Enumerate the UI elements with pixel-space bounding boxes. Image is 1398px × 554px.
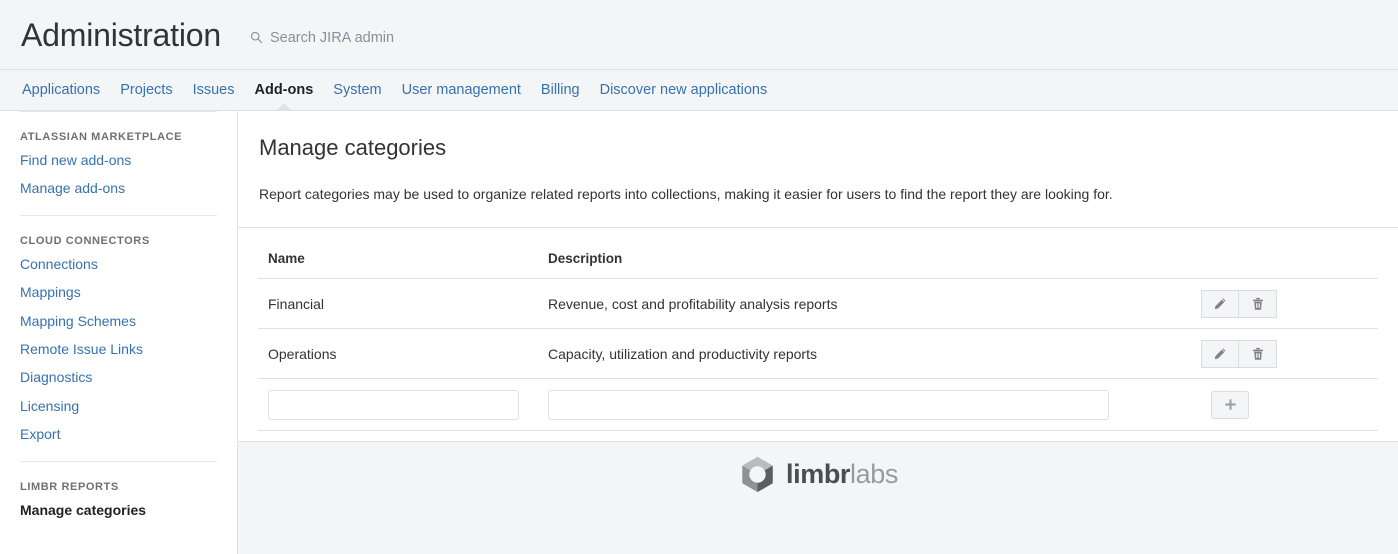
column-header-description: Description (538, 245, 1138, 280)
search-icon (250, 31, 263, 44)
sidebar-item-manage-categories[interactable]: Manage categories (20, 496, 217, 524)
nav-tab-applications[interactable]: Applications (12, 70, 110, 110)
cell-category-description: Capacity, utilization and productivity r… (538, 328, 1138, 380)
table-row: Financial Revenue, cost and profitabilit… (258, 278, 1378, 330)
nav-tab-user-management[interactable]: User management (392, 70, 531, 110)
new-category-description-input[interactable] (548, 389, 1109, 420)
row-action-group (1201, 289, 1277, 318)
manage-categories-panel: Manage categories Report categories may … (238, 111, 1398, 442)
limbrlabs-logo: limbrlabs (738, 455, 898, 494)
sidebar-item-connections[interactable]: Connections (20, 250, 217, 278)
logo-wordmark: limbrlabs (786, 461, 898, 488)
table-row: Operations Capacity, utilization and pro… (258, 328, 1378, 380)
cell-new-name (258, 378, 538, 432)
content-description: Report categories may be used to organiz… (259, 186, 1113, 202)
trash-icon (1252, 297, 1263, 310)
edit-category-button[interactable] (1201, 289, 1239, 318)
sidebar-group-atlassian-marketplace: ATLASSIAN MARKETPLACE Find new add-ons M… (20, 123, 217, 203)
sidebar-item-export[interactable]: Export (20, 420, 217, 448)
delete-category-button[interactable] (1239, 289, 1277, 318)
categories-table: Name Description Financial Revenue, cost… (258, 245, 1378, 432)
sidebar-item-find-new-add-ons[interactable]: Find new add-ons (20, 146, 217, 174)
nav-tab-system[interactable]: System (323, 70, 391, 110)
content-title: Manage categories (259, 135, 447, 160)
active-tab-caret-icon (275, 103, 292, 111)
sidebar-heading-limbr-reports: LIMBR REPORTS (20, 480, 119, 493)
cell-row-actions (1138, 278, 1378, 330)
sidebar-group-limbr-reports: LIMBR REPORTS Manage categories (20, 473, 217, 524)
add-category-button[interactable] (1211, 390, 1249, 419)
nav-tab-issues[interactable]: Issues (183, 70, 245, 110)
hex-nut-icon (742, 456, 773, 493)
footer: limbrlabs (238, 442, 1398, 554)
cell-category-name: Operations (258, 328, 538, 380)
sidebar-group-cloud-connectors: CLOUD CONNECTORS Connections Mappings Ma… (20, 227, 217, 449)
sidebar-divider (20, 111, 217, 112)
sidebar-item-manage-add-ons[interactable]: Manage add-ons (20, 174, 217, 202)
nav-tab-projects[interactable]: Projects (110, 70, 182, 110)
logo-text-light: labs (850, 459, 898, 489)
admin-header: Administration Search JIRA admin (0, 0, 1398, 70)
nav-tab-discover-new-applications[interactable]: Discover new applications (590, 70, 778, 110)
plus-icon (1224, 399, 1236, 410)
sidebar-heading-cloud-connectors: CLOUD CONNECTORS (20, 234, 150, 247)
sidebar-divider (20, 460, 217, 462)
search-placeholder: Search JIRA admin (269, 29, 395, 46)
sidebar-item-diagnostics[interactable]: Diagnostics (20, 363, 217, 391)
content-column: Manage categories Report categories may … (238, 111, 1398, 554)
delete-category-button[interactable] (1239, 339, 1277, 368)
cell-add-action (1138, 378, 1378, 432)
edit-category-button[interactable] (1201, 339, 1239, 368)
trash-icon (1252, 347, 1263, 360)
cell-category-description: Revenue, cost and profitability analysis… (538, 278, 1138, 330)
nav-tab-billing[interactable]: Billing (531, 70, 590, 110)
pencil-icon (1214, 298, 1226, 309)
sidebar: ATLASSIAN MARKETPLACE Find new add-ons M… (0, 111, 238, 554)
content-divider (238, 227, 1398, 229)
sidebar-item-licensing[interactable]: Licensing (20, 392, 217, 420)
cell-new-description (538, 378, 1138, 432)
page-body: ATLASSIAN MARKETPLACE Find new add-ons M… (0, 111, 1398, 554)
sidebar-item-mapping-schemes[interactable]: Mapping Schemes (20, 307, 217, 335)
pencil-icon (1214, 348, 1226, 359)
table-add-row (258, 378, 1378, 432)
cell-row-actions (1138, 328, 1378, 380)
nav-tab-add-ons-label: Add-ons (254, 82, 314, 98)
admin-nav-tabs: Applications Projects Issues Add-ons Sys… (0, 70, 1398, 111)
sidebar-item-mappings[interactable]: Mappings (20, 278, 217, 306)
table-header-row: Name Description (258, 245, 1378, 280)
search-input[interactable]: Search JIRA admin (250, 30, 394, 46)
column-header-name: Name (258, 245, 538, 280)
page-title: Administration (21, 16, 221, 53)
sidebar-divider (20, 214, 217, 216)
nav-tab-add-ons[interactable]: Add-ons (245, 70, 324, 111)
row-action-group (1201, 339, 1277, 368)
column-header-actions (1138, 245, 1378, 280)
sidebar-heading-atlassian-marketplace: ATLASSIAN MARKETPLACE (20, 131, 183, 143)
new-category-name-input[interactable] (268, 389, 519, 420)
logo-text-bold: limbr (786, 459, 851, 489)
sidebar-item-remote-issue-links[interactable]: Remote Issue Links (20, 335, 217, 363)
cell-category-name: Financial (258, 278, 538, 330)
